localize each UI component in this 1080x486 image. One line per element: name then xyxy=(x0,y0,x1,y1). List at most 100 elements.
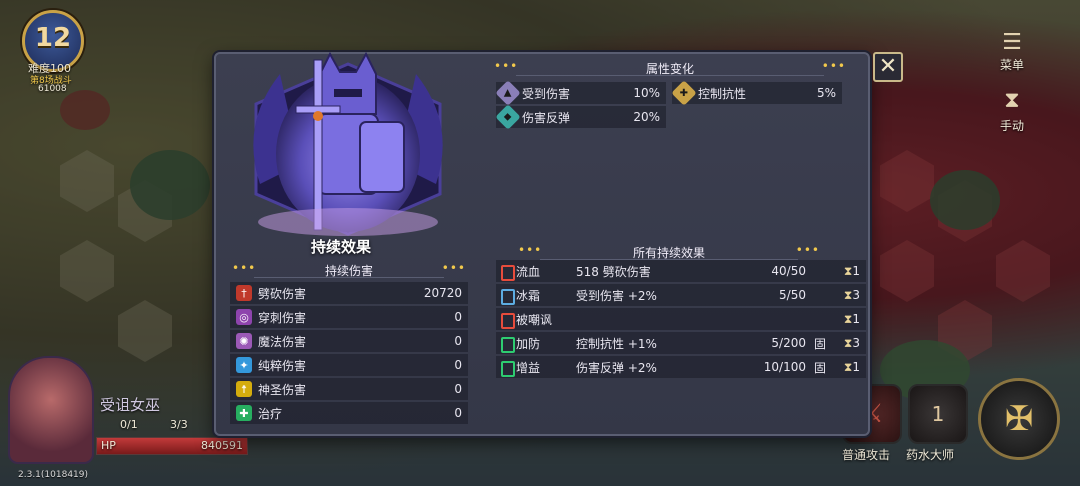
level-number: 12 xyxy=(34,23,72,53)
damage-type-icon: ◎ xyxy=(236,309,252,325)
effect-name: 被嘲讽 xyxy=(516,312,553,327)
damage-type-row: ☨ 神圣伤害 0 xyxy=(230,378,468,400)
effect-name: 流血 xyxy=(516,264,541,279)
gold-count: 61008 xyxy=(38,84,67,94)
attribute-row: ▲ 受到伤害 10% xyxy=(495,80,666,106)
effect-progress: 5/200 xyxy=(771,336,806,350)
dialog-title: 持续效果 xyxy=(310,238,371,256)
effect-stack-count: ⧗1 xyxy=(843,263,860,278)
damage-type-label: 劈砍伤害 xyxy=(258,286,307,301)
dots-right: ••• xyxy=(441,261,466,275)
manual-mode-label: 手动 xyxy=(1000,119,1025,133)
hero-stat-b: 3/3 xyxy=(170,418,188,431)
attribute-row: ◆ 伤害反弹 20% xyxy=(495,104,666,130)
effect-stack-count: ⧗1 xyxy=(843,311,860,326)
dots-left: ••• xyxy=(518,243,543,257)
hp-label: HP xyxy=(101,439,116,452)
left-pane: 持续效果 ••• 持续伤害 ••• † 劈砍伤害 20720 ◎ 穿刺伤害 0 ✺ 魔法伤害 0… xyxy=(216,51,468,434)
damage-type-row: ✦ 纯粹伤害 0 xyxy=(230,354,468,376)
attribute-row: ✚ 控制抗性 5% xyxy=(671,80,842,106)
effect-icon xyxy=(501,361,515,377)
effect-row: 被嘲讽 ⧗1 xyxy=(496,308,866,330)
effect-progress: 10/100 xyxy=(763,360,806,374)
dot-section-header: ••• 持续伤害 ••• xyxy=(230,262,468,278)
effect-row: 流血 518 劈砍伤害 40/50 ⧗1 xyxy=(496,260,866,282)
close-icon: ✕ xyxy=(878,54,898,79)
ultimate-skill-button[interactable]: ✠ xyxy=(978,378,1060,460)
hero-portrait[interactable] xyxy=(8,356,94,464)
normal-attack-label: 普通攻击 xyxy=(842,448,891,462)
hourglass-icon: ⧗ xyxy=(1004,87,1020,113)
attribute-icon: ◆ xyxy=(495,104,521,130)
damage-type-value: 0 xyxy=(454,406,462,420)
dark-knight-emblem-icon xyxy=(253,51,443,236)
damage-type-value: 0 xyxy=(454,310,462,324)
damage-type-icon: ✦ xyxy=(236,357,252,373)
attribute-value: 10% xyxy=(633,86,660,100)
damage-type-label: 穿刺伤害 xyxy=(258,310,307,325)
effect-row: 加防 控制抗性 +1% 5/200 固 ⧗3 xyxy=(496,332,866,354)
damage-type-icon: ✺ xyxy=(236,333,252,349)
attr-section-title: 属性变化 xyxy=(645,61,694,76)
damage-type-label: 治疗 xyxy=(258,406,283,421)
damage-type-label: 神圣伤害 xyxy=(258,382,307,397)
effect-stack-count: ⧗3 xyxy=(843,335,860,350)
attribute-label: 伤害反弹 xyxy=(522,110,571,125)
damage-type-label: 魔法伤害 xyxy=(258,334,307,349)
dots-left: ••• xyxy=(494,59,519,73)
hamburger-icon: ☰ xyxy=(1002,29,1022,55)
hp-value: 840591 xyxy=(201,439,243,452)
damage-type-value: 0 xyxy=(454,334,462,348)
hero-name: 受诅女巫 xyxy=(100,396,161,414)
effect-icon xyxy=(501,337,515,353)
attr-section-header: ••• 属性变化 ••• xyxy=(492,60,848,76)
effect-description: 控制抗性 +1% xyxy=(576,336,657,351)
damage-type-value: 0 xyxy=(454,382,462,396)
effects-section-header: ••• 所有持续效果 ••• xyxy=(516,244,822,260)
effect-row: 冰霜 受到伤害 +2% 5/50 ⧗3 xyxy=(496,284,866,306)
damage-type-value: 20720 xyxy=(423,286,462,300)
hero-hp-bar: HP 840591 xyxy=(96,437,248,455)
potion-master-label: 药水大师 xyxy=(906,448,955,462)
damage-type-row: ✚ 治疗 0 xyxy=(230,402,468,424)
effect-icon xyxy=(501,313,515,329)
close-button[interactable]: ✕ xyxy=(873,52,903,82)
effect-progress: 40/50 xyxy=(771,264,806,278)
menu-label: 菜单 xyxy=(1000,58,1025,72)
damage-type-row: † 劈砍伤害 20720 xyxy=(230,282,468,304)
damage-type-row: ✺ 魔法伤害 0 xyxy=(230,330,468,352)
damage-type-icon: ✚ xyxy=(236,405,252,421)
effect-name: 冰霜 xyxy=(516,288,541,303)
version-label: 2.3.1(1018419) xyxy=(18,470,89,480)
effects-section-title: 所有持续效果 xyxy=(632,245,705,260)
damage-type-row: ◎ 穿刺伤害 0 xyxy=(230,306,468,328)
potion-count: 1 xyxy=(931,402,945,426)
dots-left: ••• xyxy=(232,261,257,275)
attribute-icon: ✚ xyxy=(671,80,697,106)
effect-name: 增益 xyxy=(516,360,541,375)
effect-stack-count: ⧗1 xyxy=(843,359,860,374)
effect-description: 受到伤害 +2% xyxy=(576,288,657,303)
status-effects-dialog: 持续效果 ••• 持续伤害 ••• † 劈砍伤害 20720 ◎ 穿刺伤害 0 ✺ 魔法伤害 0… xyxy=(214,51,870,436)
effect-fixed-tag: 固 xyxy=(813,360,826,375)
dots-right: ••• xyxy=(795,243,820,257)
attribute-value: 5% xyxy=(816,86,836,100)
attribute-label: 控制抗性 xyxy=(698,86,747,101)
damage-type-icon: ☨ xyxy=(236,381,252,397)
attribute-value: 20% xyxy=(633,110,660,124)
effect-icon xyxy=(501,265,515,281)
effect-name: 加防 xyxy=(516,336,541,351)
hero-stat-a: 0/1 xyxy=(120,418,138,431)
damage-type-value: 0 xyxy=(454,358,462,372)
damage-type-icon: † xyxy=(236,285,252,301)
potion-master-button[interactable]: 1 xyxy=(908,384,968,444)
manual-mode-button[interactable]: ⧗ xyxy=(992,80,1032,120)
attribute-icon: ▲ xyxy=(495,80,521,106)
effect-fixed-tag: 固 xyxy=(813,336,826,351)
sword-emblem-icon: ✠ xyxy=(1004,399,1034,439)
effect-description: 伤害反弹 +2% xyxy=(576,360,657,375)
effect-row: 增益 伤害反弹 +2% 10/100 固 ⧗1 xyxy=(496,356,866,378)
effect-description: 518 劈砍伤害 xyxy=(576,264,651,279)
dots-right: ••• xyxy=(821,59,846,73)
effect-progress: 5/50 xyxy=(779,288,806,302)
